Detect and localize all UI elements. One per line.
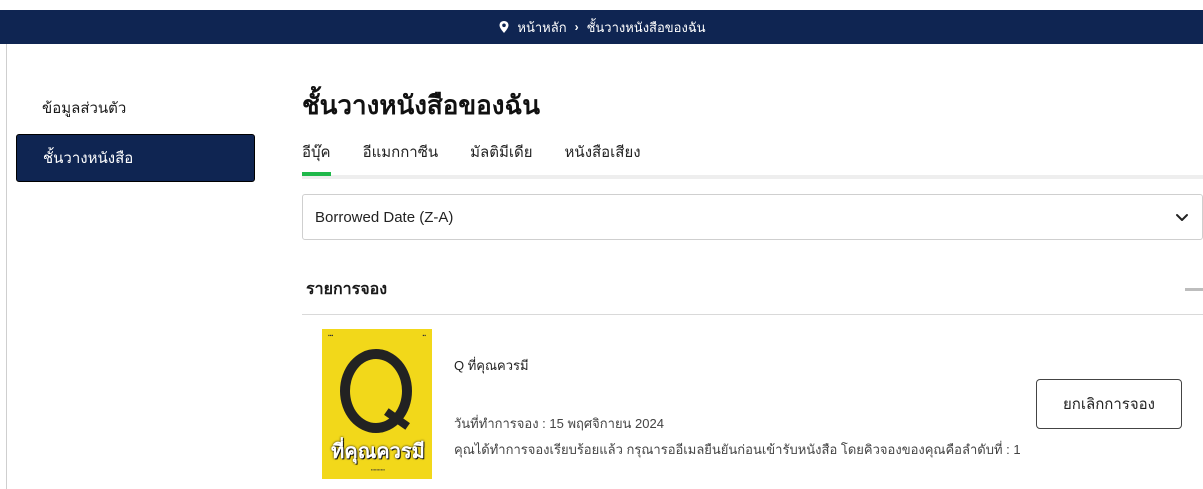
reservation-item: ▪▪▪ ▪▪ ที่คุณควรมี ▪▪▪▪▪▪▪▪▪▪ Q ที่คุณควร… [302, 315, 1203, 485]
sidebar-item-label: ข้อมูลส่วนตัว [42, 100, 127, 117]
book-cover[interactable]: ▪▪▪ ▪▪ ที่คุณควรมี ▪▪▪▪▪▪▪▪▪▪ [322, 329, 432, 479]
tab-audiobook[interactable]: หนังสือเสียง [565, 140, 641, 172]
section-title: รายการจอง [306, 280, 388, 298]
book-title[interactable]: Q ที่คุณควรมี [454, 355, 529, 376]
cover-subtitle-decoration: ▪▪▪▪▪▪▪▪▪▪ [370, 467, 386, 472]
sidebar-item-label: ชั้นวางหนังสือ [43, 150, 134, 167]
collapse-icon[interactable] [1185, 287, 1203, 291]
tab-multimedia[interactable]: มัลติมีเดีย [470, 140, 532, 172]
sort-select[interactable]: Borrowed Date (Z-A) [302, 194, 1203, 240]
tab-bar: อีบุ๊ค อีแมกกาซีน มัลติมีเดีย หนังสือเสี… [302, 140, 1203, 179]
page-left-border [6, 44, 7, 489]
location-pin-icon [497, 20, 511, 34]
tab-underline-track [302, 175, 1203, 179]
cover-header-decoration: ▪▪▪ ▪▪ [328, 333, 426, 339]
breadcrumb-separator: › [574, 20, 579, 34]
main-content: ชั้นวางหนังสือของฉัน อีบุ๊ค อีแมกกาซีน ม… [302, 84, 1203, 485]
cancel-reservation-button[interactable]: ยกเลิกการจอง [1036, 379, 1182, 429]
sort-select-value: Borrowed Date (Z-A) [315, 208, 454, 226]
breadcrumb-home-link[interactable]: หน้าหลัก [517, 17, 566, 38]
breadcrumb: หน้าหลัก › ชั้นวางหนังสือของฉัน [0, 10, 1203, 44]
breadcrumb-current: ชั้นวางหนังสือของฉัน [586, 19, 706, 35]
reservation-section-header: รายการจอง [302, 276, 1203, 302]
sidebar-item-bookshelf[interactable]: ชั้นวางหนังสือ [16, 134, 255, 182]
sidebar-item-profile[interactable]: ข้อมูลส่วนตัว [16, 84, 255, 132]
chevron-down-icon [1174, 209, 1190, 225]
reservation-date: วันที่ทำการจอง : 15 พฤศจิกายน 2024 [454, 416, 664, 431]
page-title: ชั้นวางหนังสือของฉัน [302, 90, 540, 120]
sidebar: ข้อมูลส่วนตัว ชั้นวางหนังสือ [16, 84, 255, 184]
tab-emagazine[interactable]: อีแมกกาซีน [363, 140, 439, 172]
tab-ebook[interactable]: อีบุ๊ค [302, 140, 331, 176]
cover-title: ที่คุณควรมี [331, 441, 425, 463]
reservation-note: คุณได้ทำการจองเรียบร้อยแล้ว กรุณารออีเมล… [454, 442, 1021, 457]
